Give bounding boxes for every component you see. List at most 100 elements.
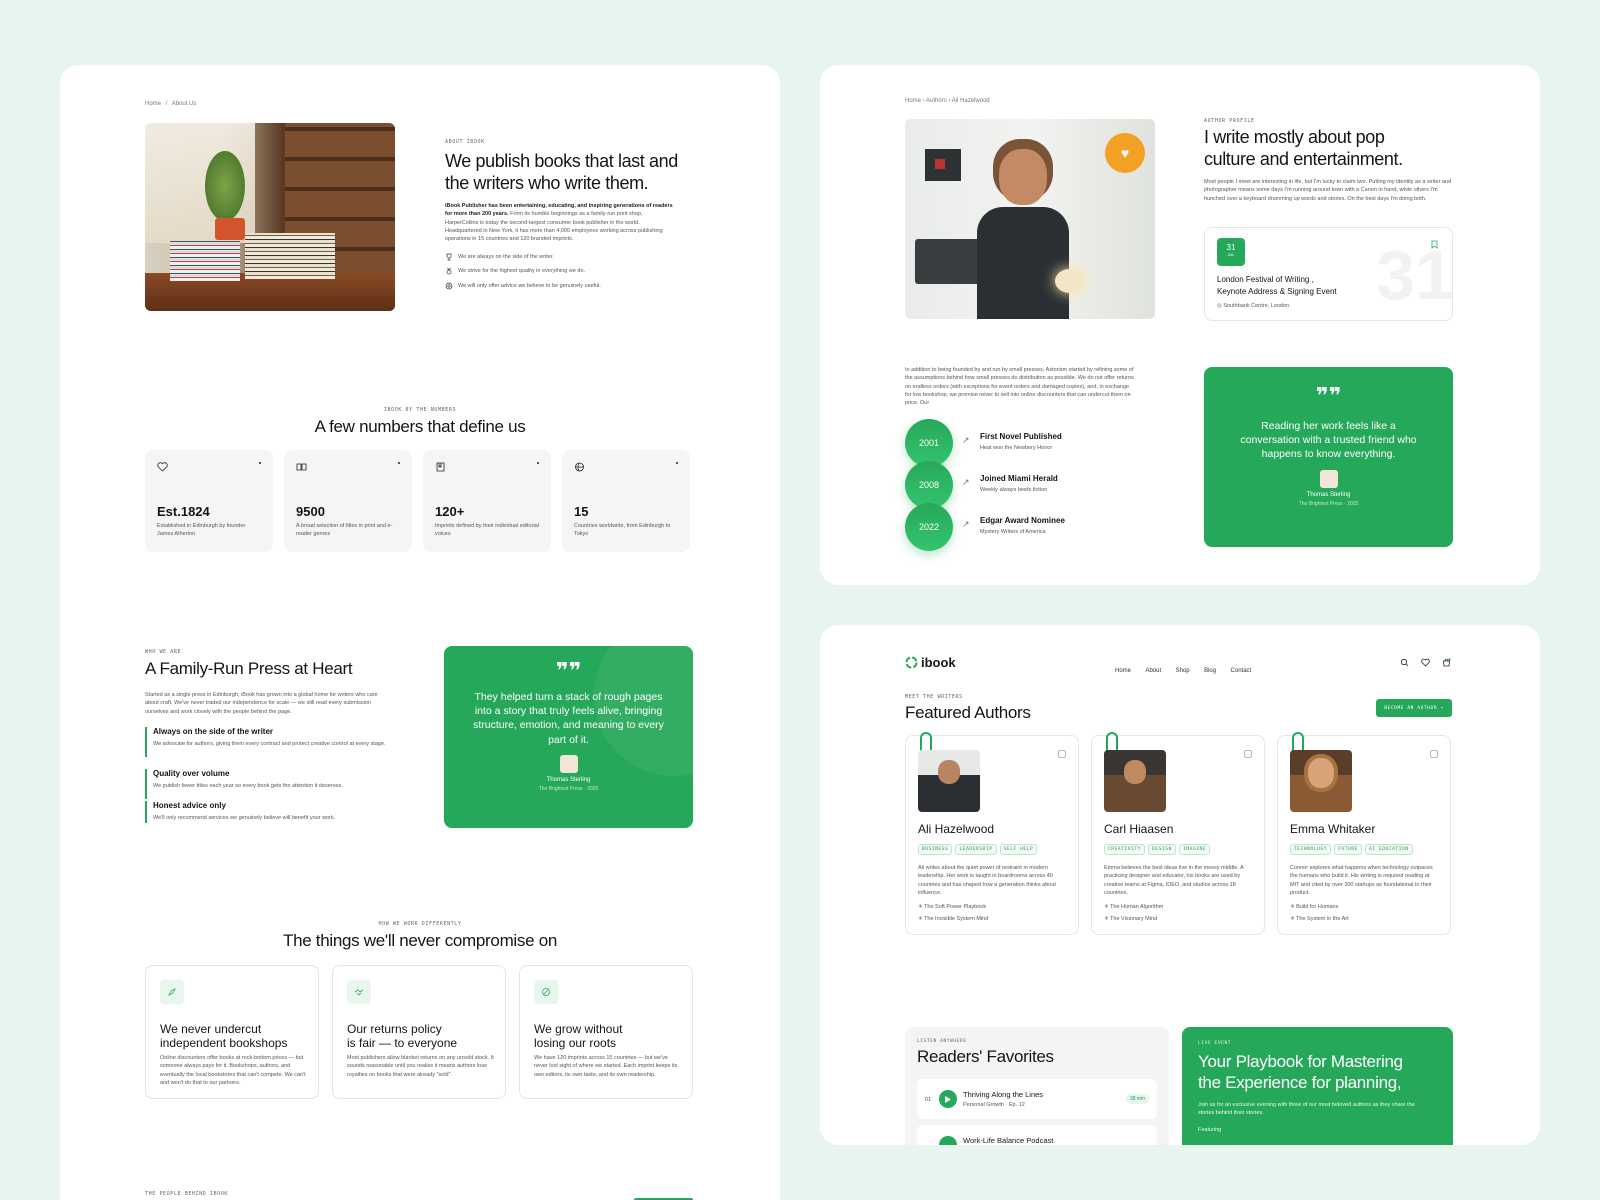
bookmark-icon[interactable] — [1430, 750, 1438, 758]
nav-shop[interactable]: Shop — [1176, 668, 1190, 674]
quote-text: Reading her work feels like a conversati… — [1240, 420, 1417, 461]
author-card[interactable]: Ali Hazelwood BUSINESS LEADERSHIP SELF H… — [905, 732, 1079, 935]
track-row[interactable]: Work-Life Balance Podcast — [917, 1125, 1157, 1145]
bookmark-icon[interactable] — [1058, 750, 1066, 758]
author-name: Ali Hazelwood — [918, 822, 995, 836]
about-page-card: Home / About Us ABOUT IBOOK We publish b… — [60, 65, 780, 1200]
stat-value: 9500 — [296, 504, 325, 519]
stat-card: 9500 A broad selection of titles in prin… — [284, 450, 412, 552]
breadcrumb-home[interactable]: Home — [145, 101, 161, 107]
quote-author: Thomas Sterling — [546, 776, 591, 783]
author-photo — [1104, 750, 1166, 812]
stat-card: 15 Countries worldwide, from Edinburgh t… — [562, 450, 690, 552]
play-icon[interactable] — [939, 1090, 957, 1108]
hero-bullet: We are always on the side of the writer. — [445, 253, 685, 261]
profile-title: I write mostly about pop culture and ent… — [1204, 127, 1403, 169]
track-duration: 38 min — [1125, 1094, 1149, 1104]
breadcrumb-home[interactable]: Home — [905, 98, 921, 104]
timeline-year: 2022 — [905, 503, 953, 551]
author-tags: BUSINESS LEADERSHIP SELF HELP — [918, 844, 1038, 855]
stat-value: 120+ — [435, 504, 465, 519]
numbers-eyebrow: IBOOK BY THE NUMBERS — [383, 407, 457, 413]
bookmark-icon[interactable] — [1431, 240, 1438, 249]
timeline-sub: Weekly always beefs fiction — [980, 487, 1048, 493]
avatar — [559, 754, 578, 773]
breadcrumb-authors[interactable]: Authors — [926, 98, 947, 104]
author-desc: Ali writes about the quiet power of rest… — [918, 865, 1056, 896]
live-event-panel: LIVE EVENT Your Playbook for Mastering t… — [1182, 1027, 1453, 1145]
stat-desc: Established in Edinburgh by founder Jame… — [157, 523, 246, 538]
handshake-icon — [347, 980, 371, 1004]
avatar — [1319, 469, 1338, 488]
stat-value: Est.1824 — [157, 504, 210, 519]
breadcrumb-current: About Us — [171, 101, 197, 107]
book-item: ✳ The Invisible System Mind — [918, 916, 989, 922]
author-desc: Emma believes the best ideas live in the… — [1104, 865, 1244, 896]
search-icon[interactable] — [1400, 658, 1409, 667]
become-author-button[interactable]: BECOME AN AUTHOR → — [1376, 699, 1452, 717]
leaf-icon — [534, 980, 558, 1004]
trophy-icon — [445, 253, 453, 261]
author-card[interactable]: Emma Whitaker TECHNOLOGY FUTURE AI EDUCA… — [1277, 732, 1451, 935]
heart-icon[interactable] — [1421, 658, 1430, 667]
hero-body: iBook Publisher has been entertaining, e… — [445, 203, 673, 242]
author-card[interactable]: Carl Hiaasen CREATIVITY DESIGN IMAGINE E… — [1091, 732, 1265, 935]
timeline-sub: Mystery Writers of America — [980, 529, 1046, 535]
target-icon — [445, 282, 453, 290]
logo-leaf-icon — [905, 656, 918, 669]
event-title: Your Playbook for Mastering the Experien… — [1198, 1052, 1403, 1093]
hero-bullet: We strive for the highest quality in eve… — [445, 267, 685, 275]
event-title: London Festival of Writing , Keynote Add… — [1217, 275, 1337, 296]
timeline-title: Edgar Award Nominee — [980, 516, 1065, 525]
logo[interactable]: ibook — [905, 655, 956, 670]
timeline-year: 2008 — [905, 461, 953, 509]
stat-desc: Countries worldwide, from Edinburgh to T… — [574, 523, 671, 538]
timeline-title: Joined Miami Herald — [980, 474, 1058, 483]
nav-blog[interactable]: Blog — [1204, 668, 1216, 674]
author-bio: In addition to being founded by and run … — [905, 367, 1134, 406]
author-photo — [918, 750, 980, 812]
numbers-title: A few numbers that define us — [314, 417, 526, 436]
play-icon[interactable] — [939, 1136, 957, 1145]
timeline-year: 2001 — [905, 419, 953, 467]
nav-about[interactable]: About — [1145, 668, 1161, 674]
value-card: We never undercut independent bookshops O… — [145, 965, 319, 1099]
arrow-icon: ↗ — [962, 519, 970, 529]
nav-contact[interactable]: Contact — [1231, 668, 1252, 674]
who-body: Started as a single press in Edinburgh, … — [145, 692, 378, 715]
heart-badge-icon: ♥ — [1105, 133, 1145, 173]
stat-value: 15 — [574, 504, 589, 519]
quote-author: Thomas Sterling — [1306, 491, 1351, 498]
author-photo: ♥ — [905, 119, 1155, 319]
nav-home[interactable]: Home — [1115, 668, 1131, 674]
heart-icon — [157, 462, 261, 472]
author-quote-card: ❞❞ Reading her work feels like a convers… — [1204, 367, 1453, 547]
who-point: Quality over volume We publish fewer tit… — [145, 769, 393, 799]
track-title: Thriving Along the Lines — [963, 1090, 1044, 1099]
author-profile-card: Home › Authors › Ali Hazelwood ♥ AUTHOR … — [820, 65, 1540, 585]
quote-role: The Brightest Press · 2025 — [538, 785, 599, 792]
bookmark-icon[interactable] — [1244, 750, 1252, 758]
cart-icon[interactable] — [1442, 658, 1451, 667]
featured-title: Featured Authors — [905, 703, 1031, 722]
book-item: ✳ The System in the Art — [1290, 916, 1349, 922]
library-photo — [145, 123, 395, 311]
main-nav: Home About Shop Blog Contact — [1105, 659, 1251, 677]
book-item: ✳ The Human Algorithm — [1104, 904, 1164, 910]
header-actions — [1400, 658, 1451, 667]
author-name: Carl Hiaasen — [1104, 822, 1174, 836]
timeline-sub: Heat won the Newbery Honor — [980, 445, 1053, 451]
stat-desc: A broad selection of titles in print and… — [296, 523, 393, 538]
values-eyebrow: HOW WE WORK DIFFERENTLY — [378, 921, 462, 927]
arrow-icon: ↗ — [962, 477, 970, 487]
favorites-panel: LISTEN ANYWHERE Readers' Favorites 01 Th… — [905, 1027, 1169, 1145]
who-point: Honest advice only We'll only recommend … — [145, 801, 393, 823]
track-row[interactable]: 01 Thriving Along the Lines Personal Gro… — [917, 1079, 1157, 1119]
author-name: Emma Whitaker — [1290, 822, 1376, 836]
event-card[interactable]: 31 31 JUL London Festival of Writing , K… — [1204, 227, 1453, 321]
value-card: Our returns policy is fair — to everyone … — [332, 965, 506, 1099]
team-eyebrow: THE PEOPLE BEHIND IBOOK — [145, 1191, 229, 1197]
calendar-icon: 31 JUL — [1217, 238, 1245, 266]
stat-desc: Imprints defined by their individual edi… — [435, 523, 539, 538]
home-page-card: ibook Home About Shop Blog Contact MEET … — [820, 625, 1540, 1145]
